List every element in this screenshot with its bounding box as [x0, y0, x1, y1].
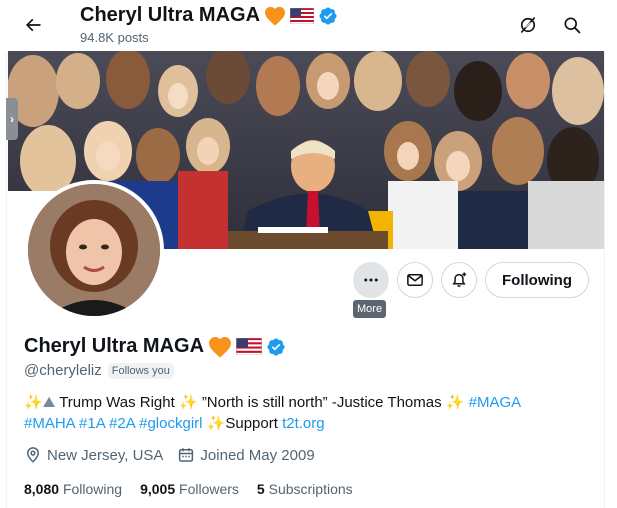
subscriptions-count: 5 [256, 481, 265, 497]
header-display-name: Cheryl Ultra MAGA [80, 4, 261, 26]
subscriptions-stat-link[interactable]: 5 Subscriptions [257, 481, 353, 497]
following-label: Following [62, 481, 123, 497]
hashtag-link[interactable]: #2A [109, 415, 135, 432]
profile-display-name-row: Cheryl Ultra MAGA [24, 335, 286, 358]
side-expand-tab[interactable]: › [6, 98, 18, 140]
header-display-name-row: Cheryl Ultra MAGA [80, 4, 338, 27]
more-icon [364, 278, 378, 282]
search-icon [564, 17, 581, 34]
notifications-button[interactable] [441, 262, 478, 298]
mountain-icon: ⛰ [42, 393, 56, 411]
bio-text-2: ”North is still north” -Justice Thomas [201, 394, 442, 411]
more-button[interactable] [353, 262, 390, 298]
hashtag-link[interactable]: #glockgirl [139, 415, 202, 432]
back-button[interactable] [16, 8, 50, 42]
profile-bio: ✨⛰ Trump Was Right ✨ ”North is still nor… [24, 392, 584, 434]
grok-button[interactable] [511, 8, 545, 42]
right-border [604, 0, 605, 508]
hashtag-link[interactable]: #MAGA [469, 394, 522, 411]
profile-location: New Jersey, USA [24, 446, 163, 464]
following-button[interactable]: Following [485, 262, 589, 298]
left-border [6, 0, 7, 508]
orange-heart-icon [265, 6, 286, 26]
search-button[interactable] [555, 8, 589, 42]
followers-count: 9,005 [140, 481, 176, 497]
sparkles-icon: ✨ [24, 393, 43, 411]
hashtag-link[interactable]: #MAHA [24, 415, 75, 432]
profile-header-bar: Cheryl Ultra MAGA 94.8K posts [0, 0, 617, 51]
sparkles-icon: ✨ [445, 393, 465, 411]
orange-heart-icon [209, 336, 232, 357]
more-tooltip: More [353, 300, 387, 318]
following-stat-link[interactable]: 8,080 Following [24, 481, 122, 497]
bio-support-text: Support [225, 415, 278, 432]
notification-add-icon [452, 272, 467, 287]
us-flag-icon [236, 338, 263, 355]
bio-website-link[interactable]: t2t.org [282, 415, 325, 432]
avatar[interactable] [24, 180, 164, 320]
grok-icon [520, 16, 536, 34]
follows-you-badge: Follows you [107, 362, 174, 379]
profile-joined-date: Joined May 2009 [177, 446, 315, 464]
profile-display-name: Cheryl Ultra MAGA [24, 335, 205, 357]
following-count: 8,080 [24, 481, 60, 497]
location-icon [26, 447, 40, 463]
verified-icon [319, 6, 337, 25]
sparkles-icon: ✨ [178, 393, 198, 411]
location-text: New Jersey, USA [47, 446, 164, 464]
profile-handle: @cheryleliz [24, 362, 102, 379]
subscriptions-label: Subscriptions [268, 481, 353, 497]
followers-stat-link[interactable]: 9,005 Followers [140, 481, 239, 497]
calendar-icon [179, 448, 194, 462]
followers-label: Followers [179, 481, 239, 497]
message-button[interactable] [397, 262, 434, 298]
bio-text-1: Trump Was Right [59, 394, 175, 411]
verified-icon[interactable] [266, 337, 286, 357]
hashtag-link[interactable]: #1A [79, 415, 105, 432]
joined-text: Joined May 2009 [200, 446, 315, 464]
back-arrow-icon [25, 18, 41, 32]
message-icon [407, 274, 423, 286]
header-posts-count: 94.8K posts [80, 30, 149, 45]
sparkles-icon: ✨ [206, 414, 226, 432]
us-flag-icon [290, 7, 315, 24]
